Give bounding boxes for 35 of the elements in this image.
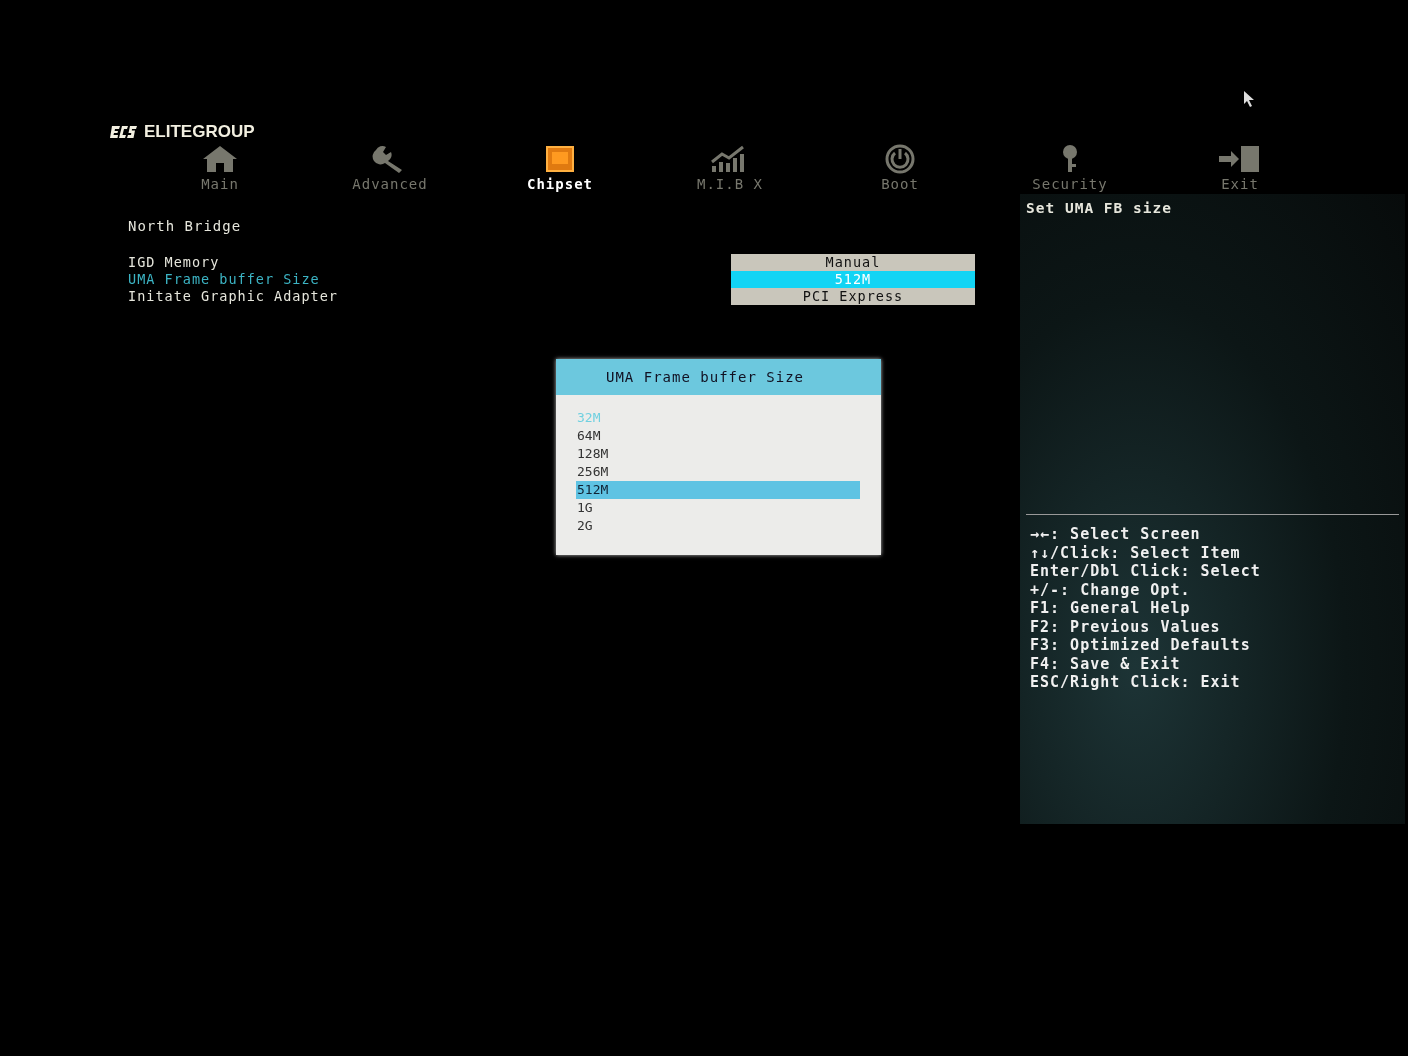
setting-label[interactable]: Initate Graphic Adapter	[128, 288, 686, 305]
menu-tab[interactable]: M.I.B X	[645, 144, 815, 192]
popup-option[interactable]: 512M	[576, 481, 860, 499]
key-hint: ESC/Right Click: Exit	[1029, 673, 1242, 692]
key-hint: ↑↓/Click: Select Item	[1029, 543, 1242, 562]
help-description: Set UMA FB size	[1026, 200, 1173, 216]
logo-icon	[110, 124, 138, 140]
setting-value[interactable]: PCI Express	[731, 288, 975, 305]
key-hint: Enter/Dbl Click: Select	[1029, 562, 1262, 581]
setting-label[interactable]: IGD Memory	[128, 254, 686, 271]
setting-value[interactable]: Manual	[731, 254, 975, 271]
key-hint: F2: Previous Values	[1029, 617, 1222, 636]
brand-name: ELITEGROUP	[144, 122, 255, 142]
popup-option[interactable]: 2G	[576, 517, 860, 535]
setting-label[interactable]: UMA Frame buffer Size	[128, 271, 686, 288]
popup-option[interactable]: 64M	[576, 427, 860, 445]
power-icon	[883, 144, 917, 174]
menu-tab[interactable]: Advanced	[305, 144, 475, 192]
key-hint: +/-: Change Opt.	[1029, 580, 1192, 599]
key-hint: F4: Save & Exit	[1029, 654, 1182, 673]
menu-tab[interactable]: Boot	[815, 144, 985, 192]
popup-title: UMA Frame buffer Size	[556, 359, 881, 395]
key-hint: F1: General Help	[1029, 599, 1192, 618]
popup-option[interactable]: 256M	[576, 463, 860, 481]
key-hint: F3: Optimized Defaults	[1029, 636, 1252, 655]
popup-option[interactable]: 1G	[576, 499, 860, 517]
chip-icon	[543, 144, 577, 174]
section-title: North Bridge	[128, 218, 243, 235]
menu-tab[interactable]: Security	[985, 144, 1155, 192]
menu-tab[interactable]: Chipset	[475, 144, 645, 192]
menu-tab[interactable]: Main	[135, 144, 305, 192]
mouse-cursor-icon	[1243, 90, 1255, 108]
menu-tab[interactable]: Exit	[1155, 144, 1325, 192]
key-hint: →←: Select Screen	[1029, 525, 1202, 544]
popup-option[interactable]: 128M	[576, 445, 860, 463]
